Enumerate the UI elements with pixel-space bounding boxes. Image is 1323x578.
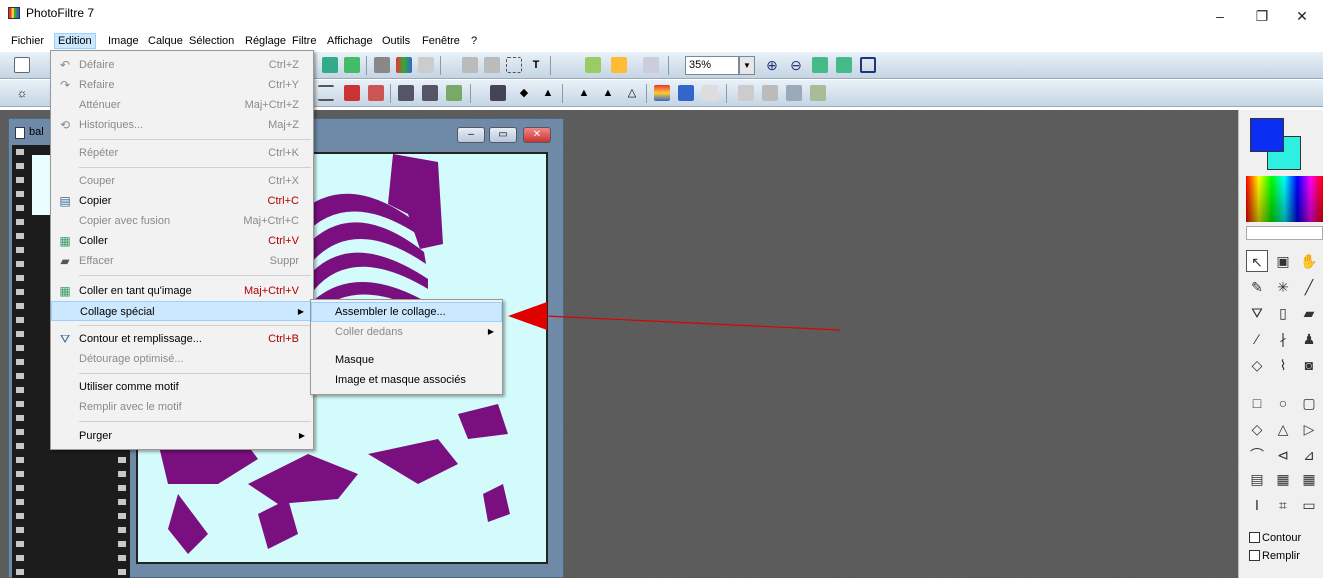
annotation-arrow [508, 302, 841, 331]
